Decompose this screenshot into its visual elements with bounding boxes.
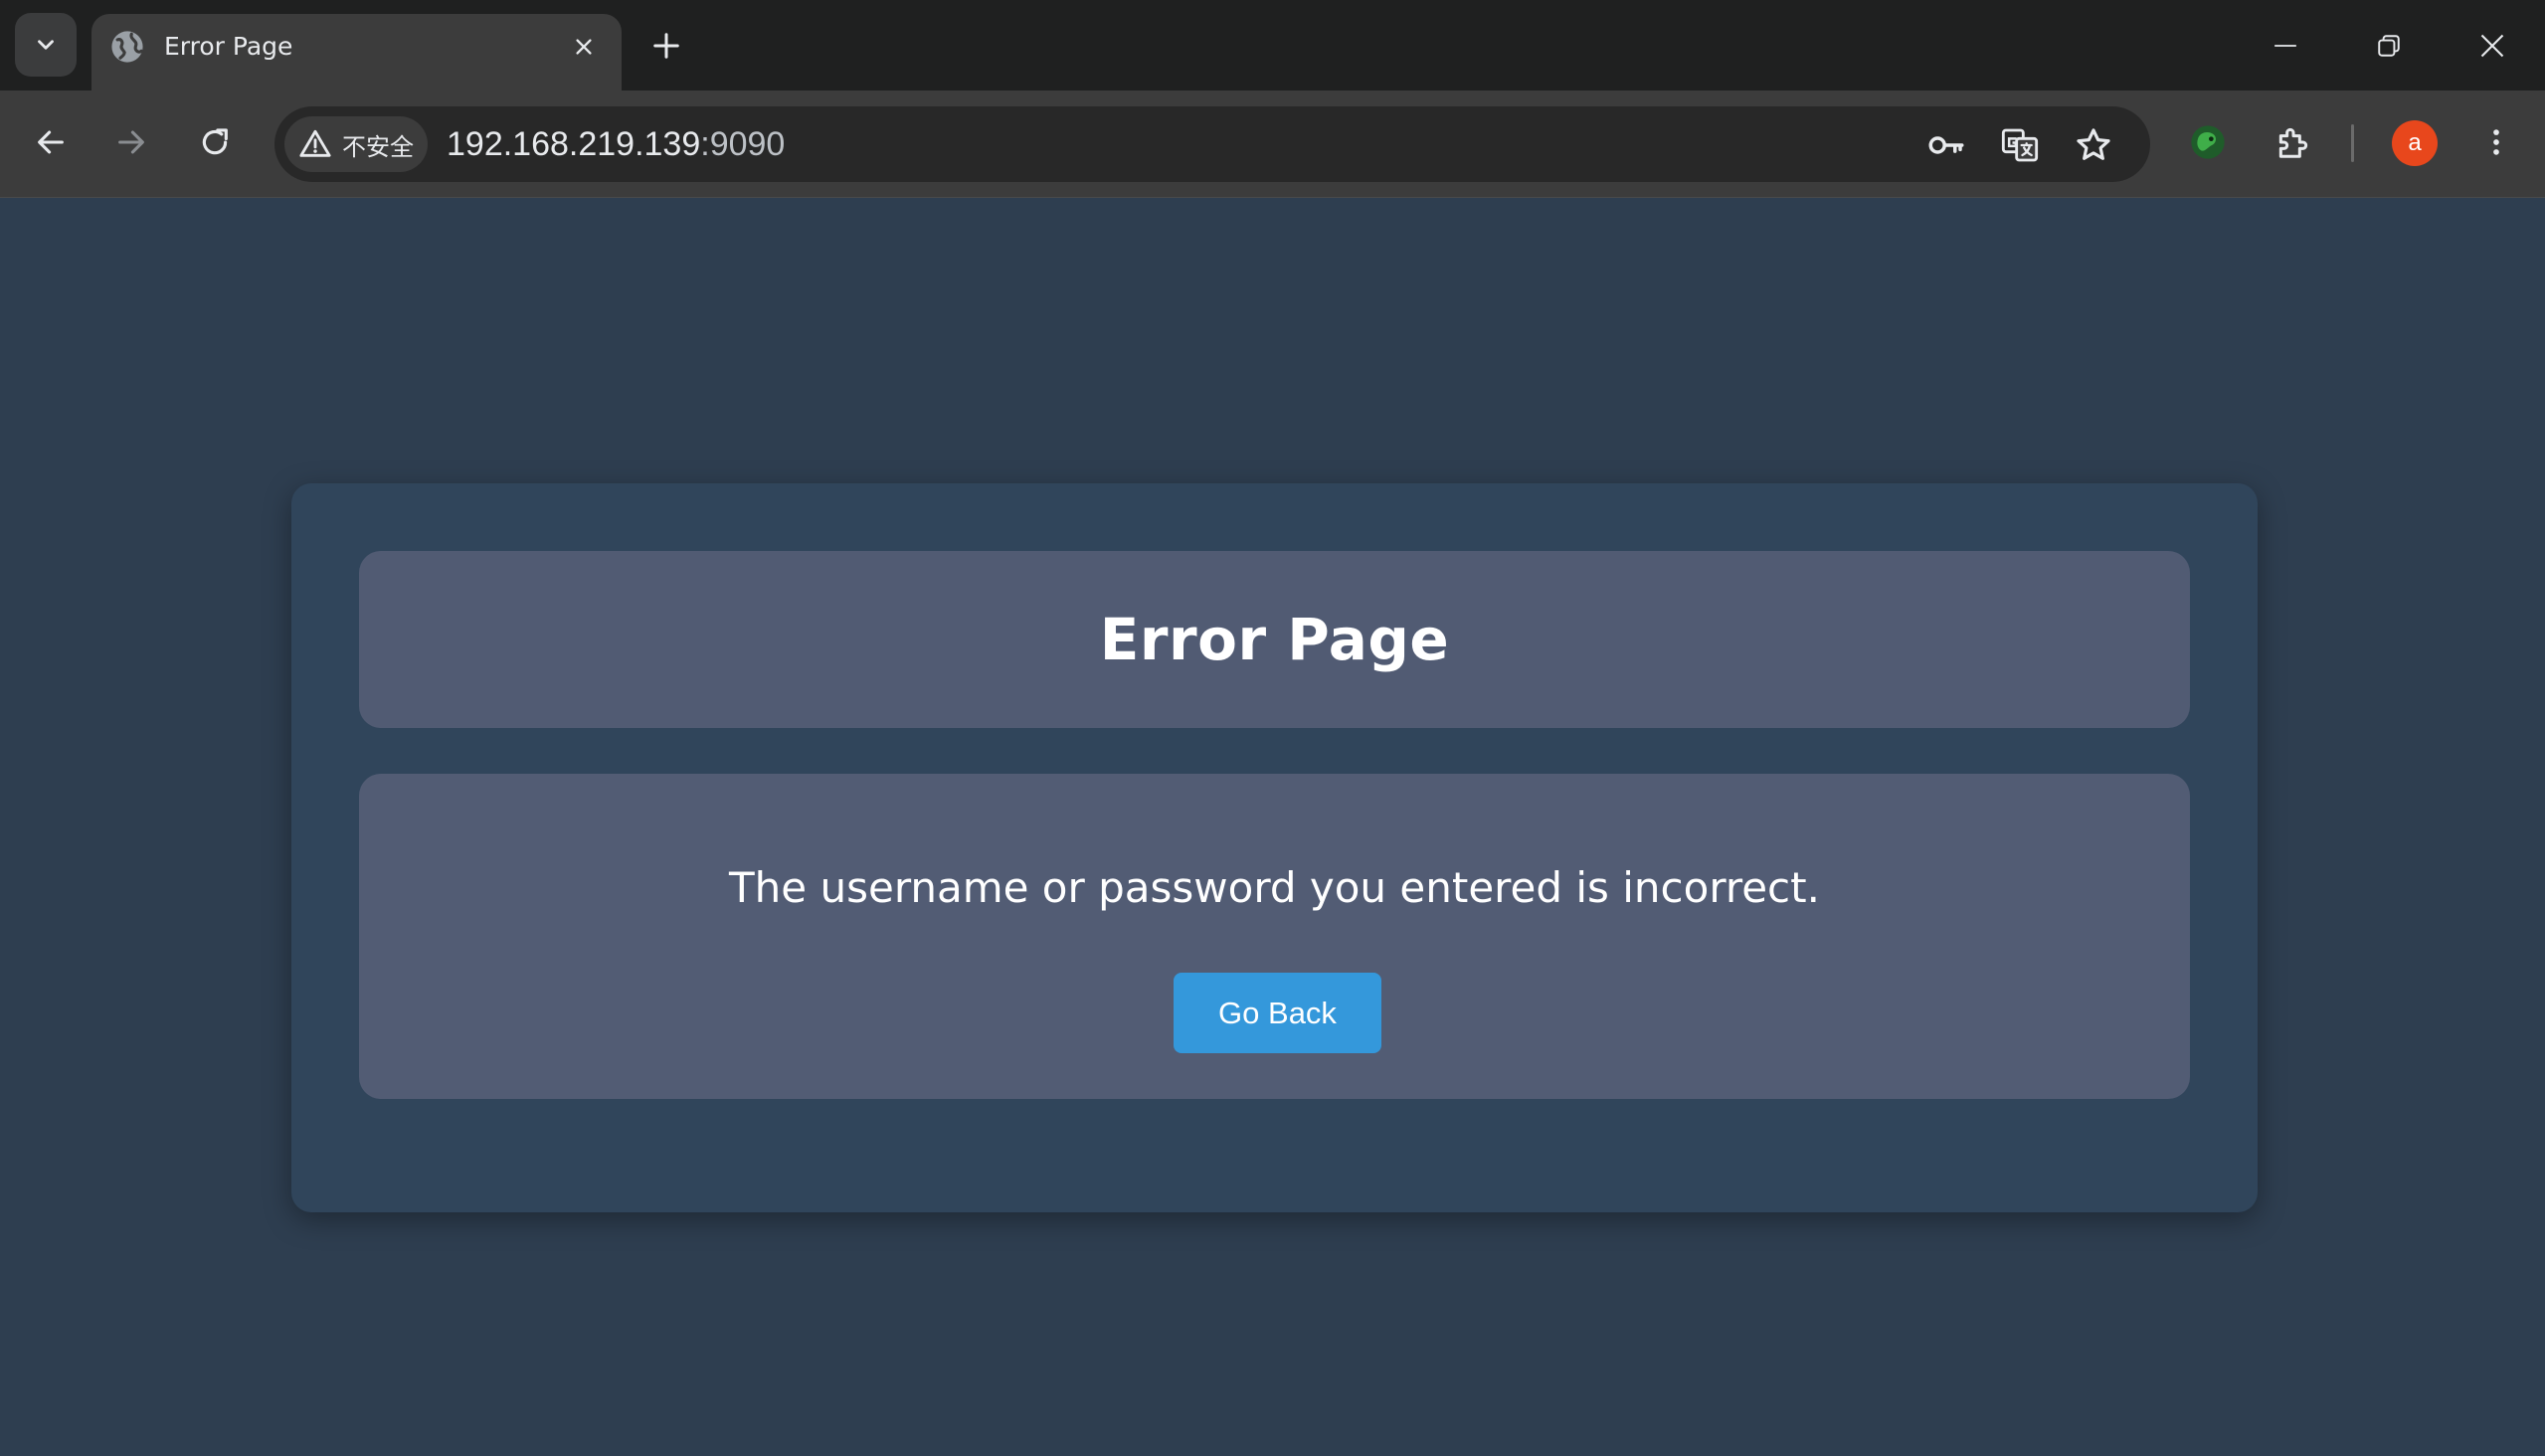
close-icon — [2480, 34, 2504, 58]
reload-button[interactable] — [191, 118, 239, 166]
security-chip[interactable]: 不安全 — [284, 116, 428, 172]
window-close-button[interactable] — [2462, 18, 2522, 74]
forward-button[interactable] — [107, 118, 155, 166]
error-card: Error Page The username or password you … — [291, 483, 2258, 1212]
warning-icon — [299, 129, 331, 157]
back-button[interactable] — [27, 118, 75, 166]
chevron-down-icon — [38, 40, 54, 50]
plus-icon — [653, 33, 679, 59]
key-icon — [1928, 136, 1964, 154]
reload-icon — [202, 128, 228, 155]
star-icon — [2077, 128, 2110, 160]
puzzle-icon — [2278, 127, 2308, 158]
translate-button[interactable] — [1999, 124, 2041, 166]
tab-close-button[interactable] — [568, 31, 600, 63]
page-viewport: Error Page The username or password you … — [0, 198, 2545, 1456]
tab-title: Error Page — [164, 32, 293, 61]
active-tab[interactable]: Error Page — [91, 14, 622, 91]
restore-icon — [2378, 35, 2400, 57]
address-bar[interactable]: 不安全 192.168.219.139:9090 — [274, 106, 2150, 182]
page-title: Error Page — [1099, 606, 1450, 673]
extension-button[interactable] — [2184, 118, 2232, 166]
error-message-panel: The username or password you entered is … — [359, 774, 2190, 1099]
translate-icon — [2001, 128, 2039, 162]
url-port: :9090 — [700, 125, 786, 163]
tab-strip: Error Page — [0, 0, 2545, 91]
tab-search-button[interactable] — [15, 13, 77, 77]
browser-toolbar: 不安全 192.168.219.139:9090 a — [0, 91, 2545, 198]
password-manager-button[interactable] — [1925, 124, 1967, 166]
go-back-button[interactable]: Go Back — [1174, 973, 1381, 1053]
url-text[interactable]: 192.168.219.139:9090 — [447, 124, 785, 164]
close-icon — [576, 39, 592, 55]
extension-icon — [2191, 125, 2225, 159]
security-label: 不安全 — [342, 132, 414, 161]
extensions-menu-button[interactable] — [2270, 118, 2317, 166]
error-message: The username or password you entered is … — [729, 863, 1820, 912]
arrow-left-icon — [38, 130, 64, 154]
browser-menu-button[interactable] — [2472, 118, 2520, 166]
restore-button[interactable] — [2359, 18, 2419, 74]
kebab-menu-icon — [2493, 129, 2499, 155]
minimize-icon — [2274, 45, 2296, 47]
error-header: Error Page — [359, 551, 2190, 728]
arrow-right-icon — [118, 130, 144, 154]
new-tab-button[interactable] — [646, 26, 686, 66]
minimize-button[interactable] — [2256, 18, 2315, 74]
url-host: 192.168.219.139 — [447, 125, 701, 163]
globe-icon — [111, 31, 143, 63]
bookmark-button[interactable] — [2073, 124, 2114, 166]
toolbar-divider — [2351, 124, 2354, 162]
profile-avatar[interactable]: a — [2392, 120, 2438, 166]
